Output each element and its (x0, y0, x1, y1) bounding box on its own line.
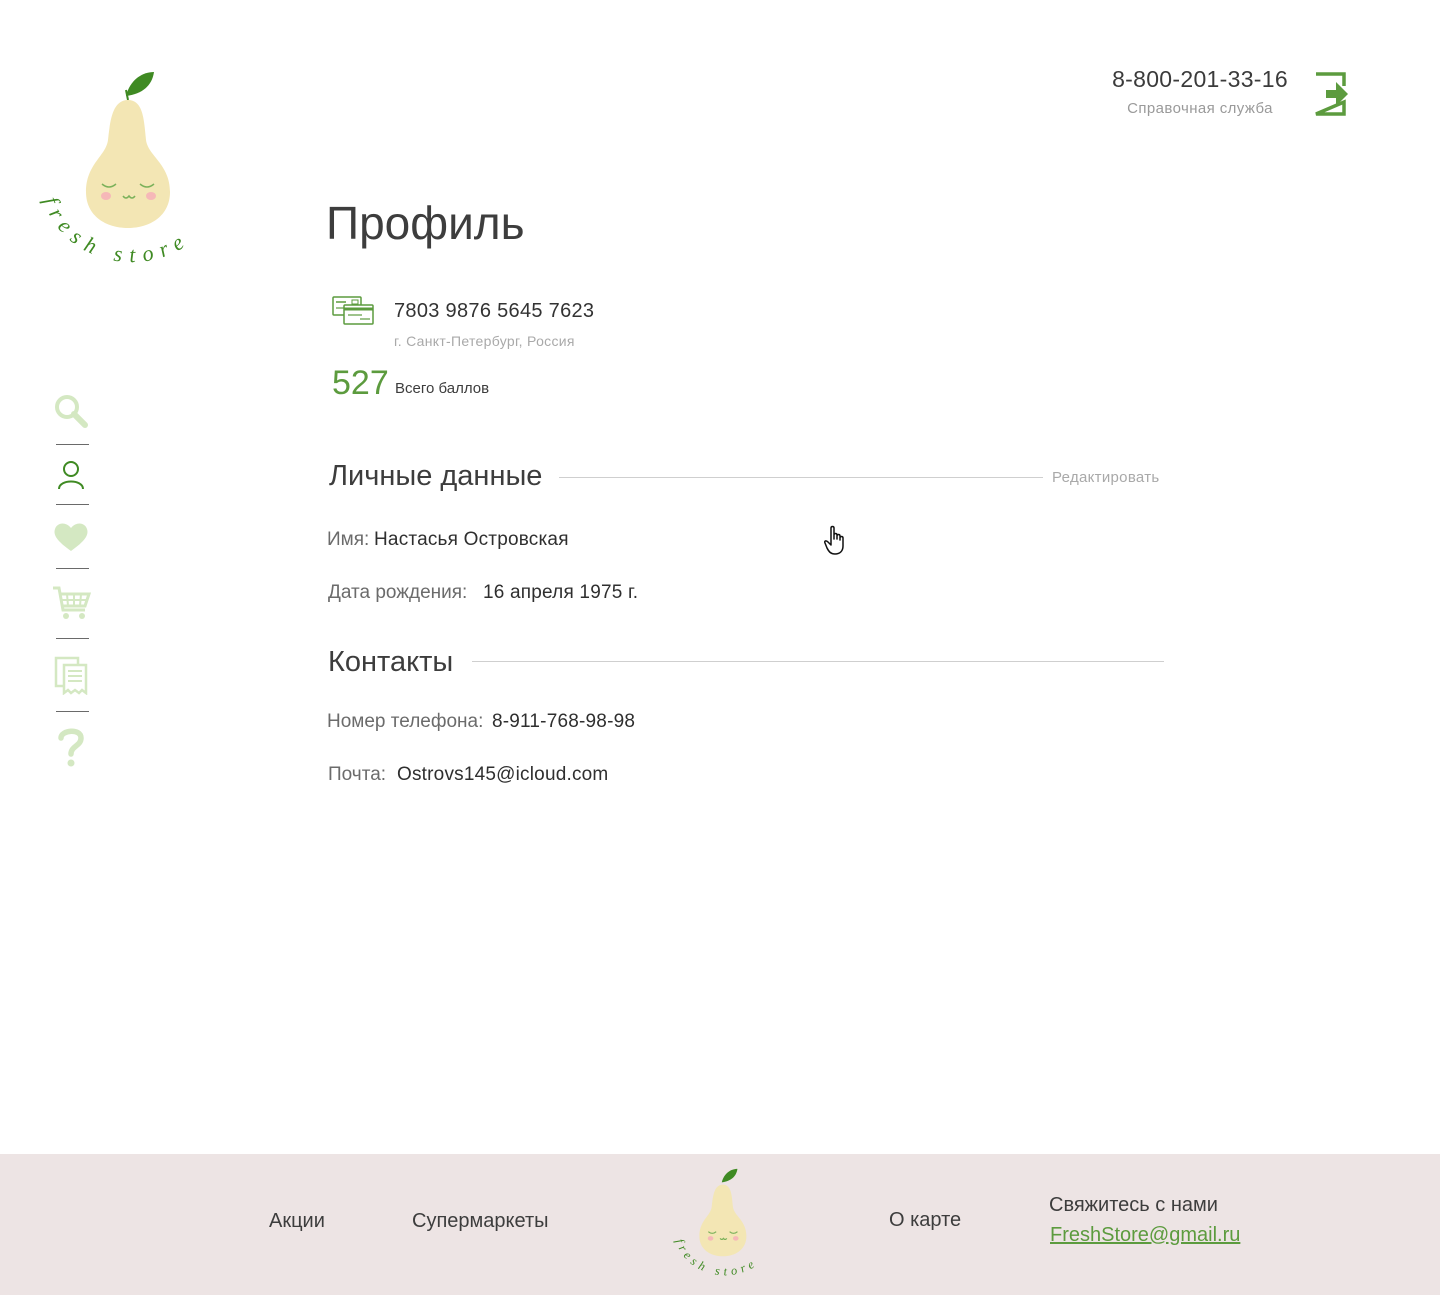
card-city: г. Санкт-Петербург, Россия (394, 333, 575, 349)
pear-logo-icon: fresh store (39, 72, 187, 267)
email-value: Ostrovs145@icloud.com (397, 764, 609, 785)
receipts-icon (54, 656, 88, 695)
pear-logo-icon: fresh store (673, 1168, 756, 1278)
sidebar-item-help[interactable] (50, 726, 92, 768)
sidebar-divider (56, 568, 89, 569)
points-value: 527 (332, 364, 389, 402)
heart-icon (54, 523, 88, 551)
support-phone-caption: Справочная служба (1127, 100, 1273, 117)
name-label: Имя: (327, 529, 370, 550)
footer-contact-title: Свяжитесь с нами (1049, 1194, 1218, 1216)
sidebar-item-search[interactable] (50, 390, 92, 432)
sidebar-divider (56, 504, 89, 505)
email-label: Почта: (328, 764, 387, 785)
points-label: Всего баллов (395, 380, 490, 397)
phone-value: 8-911-768-98-98 (492, 711, 636, 732)
logout-icon (1315, 72, 1348, 116)
pointer-cursor-icon (824, 525, 854, 557)
sidebar-divider (56, 444, 89, 445)
sidebar-divider (56, 638, 89, 639)
personal-section-title: Личные данные (329, 460, 543, 492)
phone-label: Номер телефона: (327, 711, 484, 732)
edit-profile-link[interactable]: Редактировать (1052, 469, 1160, 486)
sidebar-item-favorites[interactable] (50, 516, 92, 558)
footer-link-stores[interactable]: Супермаркеты (412, 1210, 548, 1233)
brand-logo[interactable]: fresh store (30, 60, 230, 270)
footer-logo[interactable]: fresh store (668, 1162, 780, 1280)
cart-icon (53, 586, 91, 619)
help-icon (58, 728, 84, 767)
footer-contact-email[interactable]: FreshStore@gmail.ru (1050, 1224, 1240, 1247)
sidebar-item-cart[interactable] (50, 582, 92, 624)
page-title: Профиль (326, 197, 525, 249)
contacts-section-title: Контакты (328, 646, 454, 678)
section-divider (559, 477, 1043, 478)
birthdate-value: 16 апреля 1975 г. (483, 582, 639, 603)
footer-link-about-card[interactable]: О карте (889, 1209, 961, 1232)
logout-button[interactable] (1312, 70, 1350, 118)
profile-icon (58, 461, 84, 490)
loyalty-card-icon (332, 296, 374, 326)
birthdate-label: Дата рождения: (328, 582, 468, 603)
sidebar-item-receipts[interactable] (50, 654, 92, 696)
support-phone[interactable]: 8-800-201-33-16 (1100, 66, 1300, 93)
search-icon (55, 395, 88, 428)
footer-link-promo[interactable]: Акции (269, 1210, 325, 1233)
sidebar-item-profile[interactable] (50, 454, 92, 496)
sidebar-divider (56, 711, 89, 712)
card-number: 7803 9876 5645 7623 (394, 300, 595, 322)
section-divider (472, 661, 1164, 662)
name-value: Настасья Островская (374, 529, 569, 550)
